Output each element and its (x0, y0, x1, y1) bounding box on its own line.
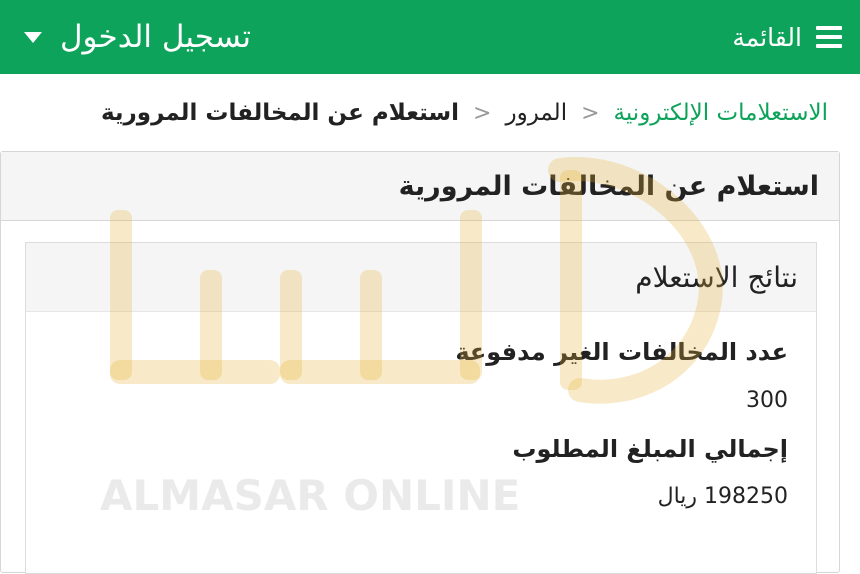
total-amount-label: إجمالي المبلغ المطلوب (512, 435, 788, 463)
hamburger-icon (816, 26, 842, 48)
breadcrumb-separator: < (581, 100, 600, 126)
unpaid-violations-value: 300 (746, 388, 788, 413)
menu-button[interactable]: القائمة (732, 20, 842, 54)
menu-label: القائمة (732, 22, 802, 52)
breadcrumb: الاستعلامات الإلكترونية < المرور < استعل… (101, 94, 828, 132)
results-title: نتائج الاستعلام (635, 260, 798, 294)
top-navbar: القائمة تسجيل الدخول (0, 0, 860, 74)
results-header: نتائج الاستعلام (26, 243, 816, 312)
breadcrumb-item-traffic[interactable]: المرور (505, 100, 567, 126)
login-label: تسجيل الدخول (60, 19, 252, 55)
login-dropdown[interactable]: تسجيل الدخول (24, 14, 251, 60)
breadcrumb-item-current: استعلام عن المخالفات المرورية (100, 100, 460, 126)
breadcrumb-item-e-inquiries[interactable]: الاستعلامات الإلكترونية (614, 100, 828, 126)
inquiry-panel: استعلام عن المخالفات المرورية نتائج الاس… (0, 151, 840, 574)
caret-down-icon (24, 31, 42, 43)
panel-title: استعلام عن المخالفات المرورية (398, 170, 819, 202)
breadcrumb-separator: < (473, 100, 492, 126)
unpaid-violations-label: عدد المخالفات الغير مدفوعة (455, 338, 788, 366)
total-amount-value: 198250 ريال (657, 484, 788, 509)
results-card: نتائج الاستعلام عدد المخالفات الغير مدفو… (25, 242, 817, 574)
panel-header: استعلام عن المخالفات المرورية (1, 152, 839, 221)
